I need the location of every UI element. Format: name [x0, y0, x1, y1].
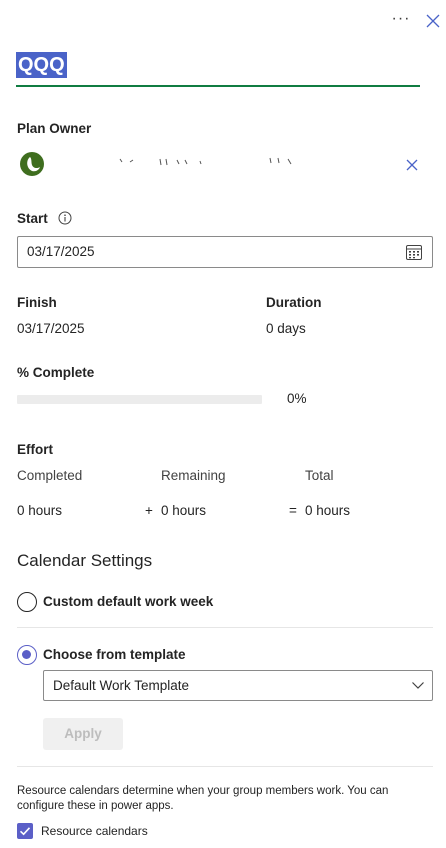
chevron-down-icon [412, 682, 424, 689]
avatar [20, 152, 44, 176]
avatar-logo-icon [27, 157, 40, 172]
resource-calendars-checkbox[interactable] [17, 823, 33, 839]
remove-owner-button[interactable] [404, 157, 420, 173]
percent-complete-value: 0% [287, 391, 307, 406]
resource-calendars-label[interactable]: Resource calendars [41, 824, 148, 838]
effort-remaining-value[interactable]: 0 hours [161, 503, 206, 518]
apply-button[interactable]: Apply [43, 718, 123, 750]
custom-work-week-radio[interactable] [17, 592, 37, 612]
effort-total-value: 0 hours [305, 503, 351, 518]
finish-label: Finish [17, 295, 57, 310]
start-date-value: 03/17/2025 [27, 244, 95, 259]
checkmark-icon [19, 827, 31, 836]
start-date-input[interactable]: 03/17/2025 [17, 236, 433, 268]
owner-name-redacted [119, 157, 292, 166]
plan-owner-label: Plan Owner [17, 121, 92, 136]
divider [17, 766, 433, 767]
percent-complete-slider[interactable] [17, 395, 262, 404]
choose-template-radio[interactable] [17, 645, 37, 665]
resource-calendar-note: Resource calendars determine when your g… [17, 785, 389, 812]
finish-value: 03/17/2025 [17, 321, 85, 336]
divider [17, 627, 433, 628]
plan-title-field[interactable]: QQQ [16, 50, 420, 87]
start-label: Start [17, 211, 48, 226]
close-button[interactable] [424, 12, 442, 30]
calendar-settings-title: Calendar Settings [17, 551, 153, 570]
more-horizontal-icon: ··· [391, 10, 411, 27]
effort-total-label: Total [305, 468, 334, 483]
effort-completed-value[interactable]: 0 hours [17, 503, 62, 518]
duration-value: 0 days [266, 321, 306, 336]
duration-label: Duration [266, 295, 322, 310]
plan-title: QQQ [16, 52, 67, 78]
close-icon [426, 14, 440, 28]
effort-equals-sign: = [289, 503, 297, 518]
percent-complete-label: % Complete [17, 365, 95, 380]
effort-label: Effort [17, 442, 53, 457]
more-options-button[interactable]: ··· [390, 10, 412, 32]
template-select-value: Default Work Template [53, 678, 190, 693]
custom-work-week-label[interactable]: Custom default work week [43, 594, 213, 609]
close-icon [406, 159, 418, 171]
effort-remaining-label: Remaining [161, 468, 226, 483]
effort-completed-label: Completed [17, 468, 83, 483]
calendar-icon[interactable] [405, 243, 423, 261]
choose-template-label[interactable]: Choose from template [43, 647, 186, 662]
info-icon[interactable] [58, 211, 72, 225]
template-select[interactable]: Default Work Template [43, 670, 433, 701]
effort-plus-sign: + [145, 503, 153, 518]
